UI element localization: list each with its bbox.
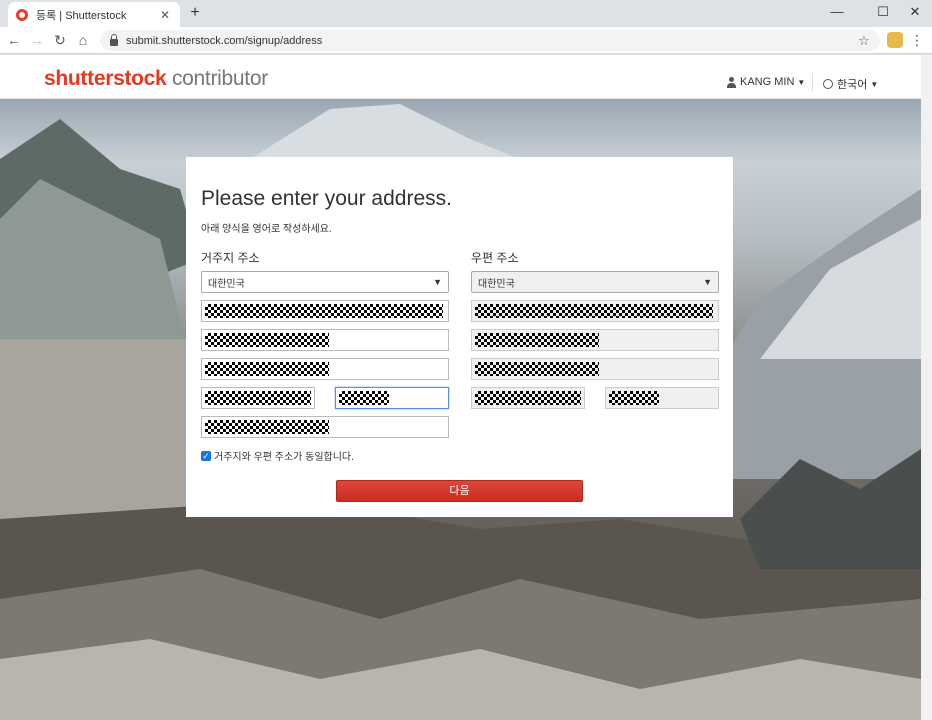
close-window-button[interactable]: ✕ (896, 0, 932, 27)
extension-icon[interactable] (887, 32, 903, 48)
browser-tab[interactable]: 등록 | Shutterstock ✕ (8, 2, 180, 27)
bookmark-star-icon[interactable]: ☆ (854, 33, 874, 49)
close-tab-icon[interactable]: ✕ (158, 8, 172, 22)
form-instruction: 아래 양식을 영어로 작성하세요. (201, 224, 332, 235)
redacted-value (475, 333, 599, 347)
chevron-down-icon: ▼ (870, 79, 879, 89)
redacted-value (205, 304, 443, 318)
redacted-value (609, 391, 659, 405)
mailing-city-field[interactable] (471, 358, 719, 380)
next-button[interactable]: 다음 (336, 480, 583, 502)
lock-icon (110, 33, 118, 46)
residential-postal-code-field[interactable] (335, 387, 449, 409)
user-name: KANG MIN (740, 76, 795, 88)
redacted-value (475, 391, 581, 405)
mailing-postal-code-field[interactable] (605, 387, 719, 409)
forward-button[interactable]: → (27, 30, 47, 50)
site-header: shutterstock contributor KANG MIN ▼ 한국어 … (0, 55, 921, 99)
page-scrollbar[interactable] (921, 55, 932, 720)
mailing-address-label: 우편 주소 (471, 251, 519, 265)
residential-country-select[interactable]: 대한민국 ▼ (201, 271, 449, 293)
shutterstock-contributor-logo[interactable]: shutterstock contributor (44, 67, 268, 91)
residential-state-field[interactable] (201, 387, 315, 409)
language-label: 한국어 (837, 79, 868, 91)
address-form-card: Please enter your address. 아래 양식을 영어로 작성… (186, 157, 733, 517)
header-divider (812, 73, 813, 91)
residential-address-label: 거주지 주소 (201, 251, 260, 265)
page-title: Please enter your address. (201, 187, 452, 210)
mailing-address-line2-field[interactable] (471, 329, 719, 351)
same-address-checkbox[interactable]: ✓ (201, 450, 211, 461)
minimize-button[interactable]: — (818, 0, 856, 27)
residential-city-field[interactable] (201, 358, 449, 380)
user-icon (727, 76, 736, 88)
home-icon[interactable]: ⌂ (73, 30, 93, 50)
redacted-value (475, 362, 599, 376)
mailing-state-field[interactable] (471, 387, 585, 409)
browser-toolbar: ← → ↻ ⌂ submit.shutterstock.com/signup/a… (0, 27, 932, 54)
residential-address-line2-field[interactable] (201, 329, 449, 351)
chevron-down-icon: ▼ (797, 77, 806, 87)
browser-menu-icon[interactable]: ⋮ (910, 30, 924, 50)
redacted-value (205, 333, 329, 347)
reload-button[interactable]: ↻ (50, 30, 70, 50)
residential-address-line1-field[interactable] (201, 300, 449, 322)
tab-title: 등록 | Shutterstock (36, 9, 127, 22)
redacted-value (339, 391, 389, 405)
url-text: submit.shutterstock.com/signup/address (126, 34, 323, 47)
chevron-down-icon: ▼ (703, 277, 712, 287)
shutterstock-favicon-icon (16, 8, 28, 21)
redacted-value (205, 391, 311, 405)
residential-phone-field[interactable] (201, 416, 449, 438)
same-address-label: 거주지와 우편 주소가 동일합니다. (214, 452, 354, 463)
user-menu[interactable]: KANG MIN ▼ (727, 76, 805, 88)
redacted-value (475, 304, 713, 318)
redacted-value (205, 420, 329, 434)
same-address-option[interactable]: ✓ 거주지와 우편 주소가 동일합니다. (201, 448, 354, 463)
browser-tabstrip: 등록 | Shutterstock ✕ + — ☐ ✕ (0, 0, 932, 27)
address-bar[interactable]: submit.shutterstock.com/signup/address ☆ (100, 30, 880, 51)
mailing-country-select[interactable]: 대한민국 ▼ (471, 271, 719, 293)
globe-icon (823, 79, 833, 89)
chevron-down-icon: ▼ (433, 277, 442, 287)
back-button[interactable]: ← (4, 30, 24, 50)
language-menu[interactable]: 한국어 ▼ (823, 76, 878, 92)
redacted-value (205, 362, 329, 376)
new-tab-button[interactable]: + (186, 4, 204, 22)
mailing-address-line1-field[interactable] (471, 300, 719, 322)
